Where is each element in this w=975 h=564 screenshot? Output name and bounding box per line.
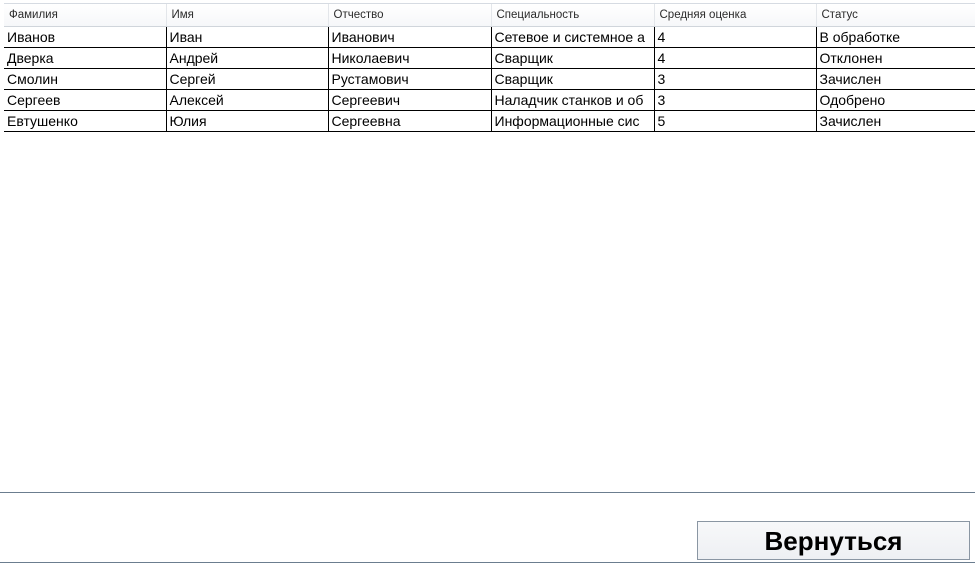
cell-average-grade[interactable]: 3: [653, 89, 816, 111]
table-row[interactable]: Дверка Андрей Николаевич Сварщик 4 Откло…: [4, 47, 975, 69]
cell-surname[interactable]: Евтушенко: [4, 110, 166, 132]
cell-status[interactable]: Зачислен: [815, 110, 975, 132]
cell-specialty[interactable]: Сварщик: [490, 68, 654, 90]
cell-name[interactable]: Сергей: [165, 68, 328, 90]
cell-specialty[interactable]: Информационные сис: [490, 110, 654, 132]
cell-patronymic[interactable]: Сергеевна: [327, 110, 491, 132]
cell-patronymic[interactable]: Николаевич: [327, 47, 491, 69]
back-button[interactable]: Вернуться: [697, 521, 970, 560]
cell-specialty[interactable]: Наладчик станков и об: [490, 89, 654, 111]
cell-average-grade[interactable]: 4: [653, 47, 816, 69]
applicants-window: Фамилия Имя Отчество Специальность Средн…: [0, 0, 975, 564]
cell-specialty[interactable]: Сварщик: [490, 47, 654, 69]
column-header-surname[interactable]: Фамилия: [4, 4, 166, 27]
cell-name[interactable]: Иван: [165, 26, 328, 48]
cell-name[interactable]: Андрей: [165, 47, 328, 69]
cell-status[interactable]: Зачислен: [815, 68, 975, 90]
cell-patronymic[interactable]: Рустамович: [327, 68, 491, 90]
bottom-divider: [0, 562, 975, 563]
column-header-specialty[interactable]: Специальность: [490, 4, 654, 27]
table-row[interactable]: Смолин Сергей Рустамович Сварщик 3 Зачис…: [4, 68, 975, 90]
cell-surname[interactable]: Сергеев: [4, 89, 166, 111]
cell-patronymic[interactable]: Иванович: [327, 26, 491, 48]
cell-status[interactable]: Отклонен: [815, 47, 975, 69]
cell-surname[interactable]: Дверка: [4, 47, 166, 69]
cell-average-grade[interactable]: 4: [653, 26, 816, 48]
table-header-row: Фамилия Имя Отчество Специальность Средн…: [4, 4, 975, 27]
table-row[interactable]: Евтушенко Юлия Сергеевна Информационные …: [4, 110, 975, 132]
applicants-grid[interactable]: Фамилия Имя Отчество Специальность Средн…: [0, 0, 975, 493]
cell-surname[interactable]: Иванов: [4, 26, 166, 48]
cell-name[interactable]: Алексей: [165, 89, 328, 111]
cell-status[interactable]: Одобрено: [815, 89, 975, 111]
cell-average-grade[interactable]: 5: [653, 110, 816, 132]
applicants-table: Фамилия Имя Отчество Специальность Средн…: [4, 4, 975, 132]
column-header-name[interactable]: Имя: [165, 4, 328, 27]
cell-specialty[interactable]: Сетевое и системное а: [490, 26, 654, 48]
column-header-patronymic[interactable]: Отчество: [327, 4, 491, 27]
cell-name[interactable]: Юлия: [165, 110, 328, 132]
table-row[interactable]: Иванов Иван Иванович Сетевое и системное…: [4, 26, 975, 48]
table-row[interactable]: Сергеев Алексей Сергеевич Наладчик станк…: [4, 89, 975, 111]
cell-patronymic[interactable]: Сергеевич: [327, 89, 491, 111]
cell-average-grade[interactable]: 3: [653, 68, 816, 90]
cell-status[interactable]: В обработке: [815, 26, 975, 48]
cell-surname[interactable]: Смолин: [4, 68, 166, 90]
column-header-status[interactable]: Статус: [815, 4, 975, 27]
column-header-average-grade[interactable]: Средняя оценка: [653, 4, 816, 27]
